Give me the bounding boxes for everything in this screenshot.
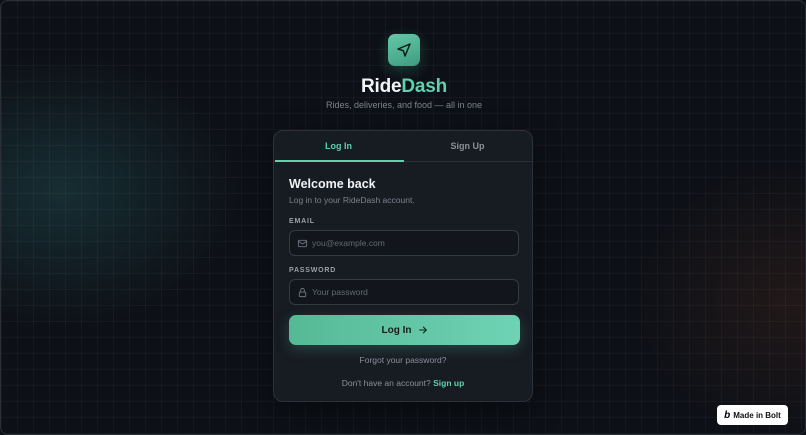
form-title: Welcome back [289, 177, 376, 191]
log-in-button-label: Log In [381, 324, 412, 336]
active-tab-indicator [275, 160, 404, 162]
app-window: RideDash Rides, deliveries, and food — a… [0, 0, 806, 435]
bolt-logo-icon: b [724, 409, 731, 421]
made-in-bolt-badge[interactable]: b Made in Bolt [717, 405, 788, 425]
email-input[interactable] [312, 231, 512, 255]
arrow-right-icon [418, 326, 427, 334]
forgot-password-link[interactable]: Forgot your password? [274, 355, 532, 365]
sign-up-link[interactable]: Sign up [433, 378, 464, 388]
navigation-arrow-icon [397, 43, 411, 57]
mail-icon [297, 239, 308, 248]
email-label: EMAIL [289, 218, 315, 225]
brand-name-part1: Ride [360, 76, 402, 97]
brand-name: RideDash [1, 76, 805, 98]
brand-name-part2: Dash [401, 76, 448, 97]
signup-prompt-text: Don't have an account? [341, 378, 431, 388]
app-logo [388, 34, 420, 66]
auth-card: Log In Sign Up Welcome back Log in to yo… [273, 130, 533, 402]
email-field-wrapper [289, 230, 519, 256]
tab-sign-up[interactable]: Sign Up [403, 131, 532, 161]
password-label: PASSWORD [289, 267, 337, 274]
password-field-wrapper [289, 279, 519, 305]
brand-tagline: Rides, deliveries, and food — all in one [325, 100, 483, 110]
form-subtitle: Log in to your RideDash account. [289, 195, 415, 205]
made-in-bolt-label: Made in Bolt [733, 410, 781, 420]
log-in-button[interactable]: Log In [289, 315, 520, 345]
password-input[interactable] [312, 280, 512, 304]
signup-prompt: Don't have an account? Sign up [274, 378, 532, 388]
tab-log-in[interactable]: Log In [274, 131, 403, 161]
auth-tabs: Log In Sign Up [274, 131, 532, 162]
lock-icon [298, 287, 307, 298]
